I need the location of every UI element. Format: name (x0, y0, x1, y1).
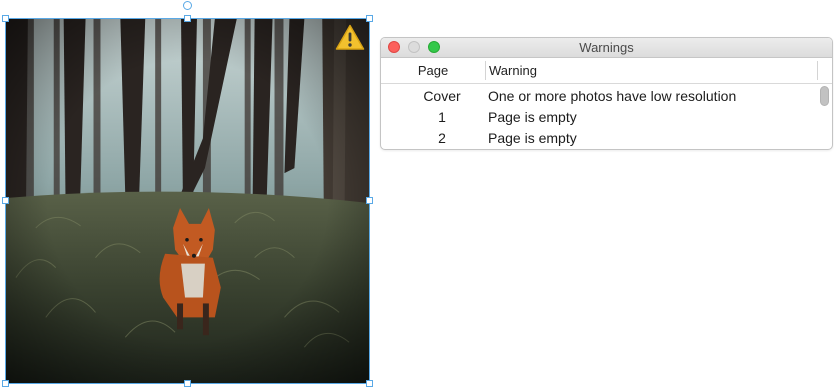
warning-triangle-icon[interactable] (335, 24, 365, 51)
resize-handle-top[interactable] (184, 15, 191, 22)
resize-handle-bottom-left[interactable] (2, 380, 9, 387)
window-titlebar[interactable]: Warnings (381, 38, 832, 58)
column-header-page[interactable]: Page (381, 63, 485, 78)
vertical-scrollbar[interactable] (820, 86, 829, 106)
canvas: Warnings Page Warning Cover One or more … (0, 0, 834, 391)
table-row[interactable]: Cover One or more photos have low resolu… (381, 86, 832, 107)
warnings-table-body: Cover One or more photos have low resolu… (381, 84, 832, 149)
row-page-cell: Cover (423, 88, 461, 104)
resize-handle-bottom[interactable] (184, 380, 191, 387)
table-row[interactable]: 1 Page is empty (381, 107, 832, 128)
row-page-cell: 1 (438, 109, 446, 125)
table-row[interactable]: 2 Page is empty (381, 128, 832, 149)
column-divider[interactable] (817, 61, 818, 80)
warnings-window: Warnings Page Warning Cover One or more … (380, 37, 833, 150)
column-divider[interactable] (485, 61, 486, 80)
resize-handle-bottom-right[interactable] (366, 380, 373, 387)
window-title: Warnings (579, 40, 634, 55)
row-warning-cell: One or more photos have low resolution (488, 88, 737, 104)
resize-handle-top-right[interactable] (366, 15, 373, 22)
row-warning-cell: Page is empty (488, 130, 577, 146)
resize-handle-top-left[interactable] (2, 15, 9, 22)
photo-fox-forest[interactable] (6, 19, 369, 383)
resize-handle-left[interactable] (2, 197, 9, 204)
resize-handle-right[interactable] (366, 197, 373, 204)
row-page-cell: 2 (438, 130, 446, 146)
table-header: Page Warning (381, 58, 832, 84)
selected-photo-frame[interactable] (2, 1, 373, 387)
photo-image (6, 19, 369, 383)
row-warning-cell: Page is empty (488, 109, 577, 125)
column-header-warning[interactable]: Warning (489, 63, 537, 78)
rotate-handle[interactable] (183, 1, 192, 10)
